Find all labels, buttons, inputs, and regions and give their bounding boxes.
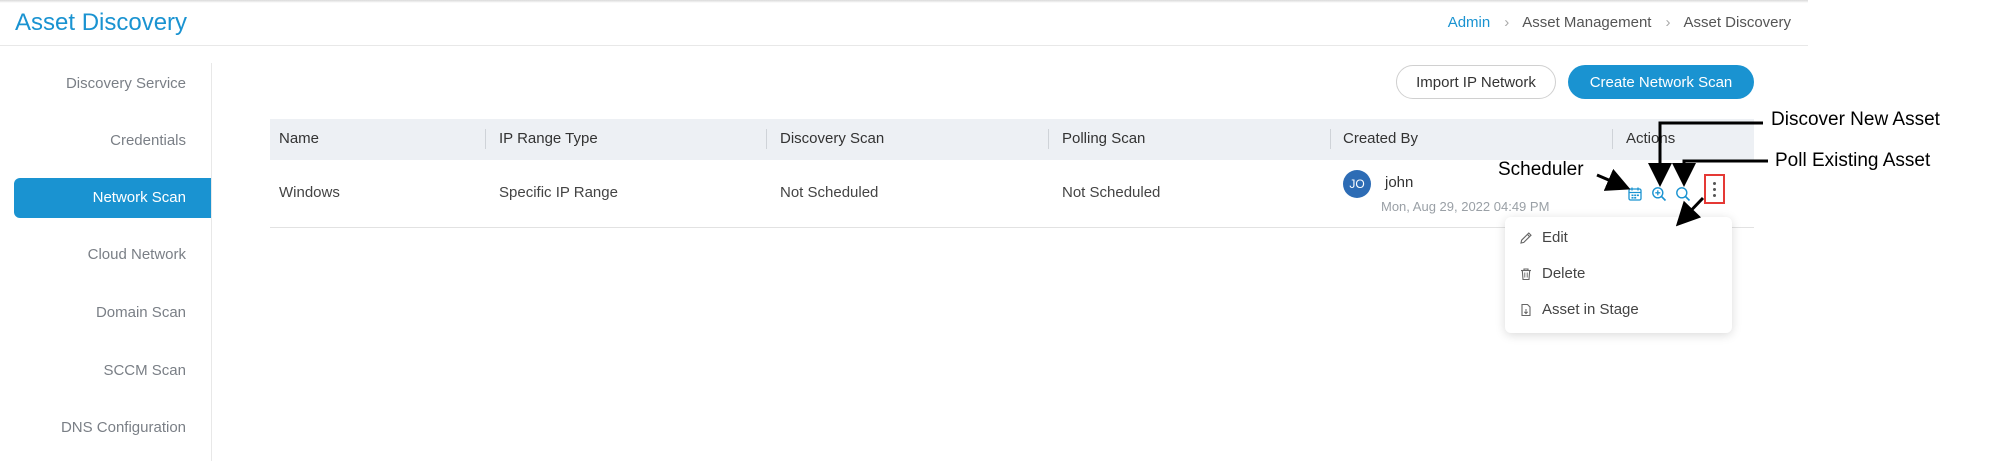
sidebar-item-dns-configuration[interactable]: DNS Configuration [61,419,186,436]
column-divider [766,129,767,149]
pencil-icon [1520,231,1532,244]
scheduler-icon[interactable] [1627,186,1643,202]
sidebar-item-domain-scan[interactable]: Domain Scan [96,304,186,321]
breadcrumb: Admin › Asset Management › Asset Discove… [1448,14,1791,31]
breadcrumb-asset-management[interactable]: Asset Management [1522,14,1651,31]
trash-icon [1521,267,1531,280]
page-title: Asset Discovery [15,9,188,36]
discover-new-asset-icon[interactable] [1651,186,1667,202]
created-at-timestamp: Mon, Aug 29, 2022 04:49 PM [1381,199,1550,214]
menu-item-delete-label: Delete [1542,265,1586,282]
sidebar-item-discovery-service[interactable]: Discovery Service [66,75,186,92]
import-ip-network-button[interactable]: Import IP Network [1396,65,1556,99]
avatar: JO [1343,170,1371,198]
column-header-created-by[interactable]: Created By [1343,130,1418,147]
menu-item-delete[interactable]: Delete [1519,265,1585,282]
column-divider [1048,129,1049,149]
annotation-poll-existing-asset: Poll Existing Asset [1775,150,1931,171]
created-by-name: john [1385,174,1414,191]
menu-item-asset-in-stage-label: Asset in Stage [1542,301,1639,318]
chevron-right-icon: › [1665,14,1671,31]
cell-discovery-scan: Not Scheduled [780,184,879,201]
sidebar-item-cloud-network[interactable]: Cloud Network [88,246,186,263]
more-actions-icon[interactable] [1704,174,1725,204]
poll-existing-asset-icon[interactable] [1675,186,1691,202]
column-header-name[interactable]: Name [279,130,319,147]
create-network-scan-button[interactable]: Create Network Scan [1568,65,1754,99]
page-header: Asset Discovery Admin › Asset Management… [0,0,1808,46]
column-header-actions: Actions [1626,130,1676,147]
menu-item-asset-in-stage[interactable]: Asset in Stage [1519,301,1639,318]
annotation-discover-new-asset: Discover New Asset [1771,109,1940,130]
document-icon [1521,303,1531,316]
column-header-ip-range-type[interactable]: IP Range Type [499,130,598,147]
row-actions-menu: Edit Delete Asset in Stage [1505,217,1732,333]
menu-item-edit[interactable]: Edit [1519,229,1568,246]
table-header: Name IP Range Type Discovery Scan Pollin… [270,119,1754,160]
cell-name: Windows [279,184,340,201]
chevron-right-icon: › [1504,14,1510,31]
breadcrumb-asset-discovery: Asset Discovery [1683,14,1791,31]
column-divider [485,129,486,149]
column-header-polling-scan[interactable]: Polling Scan [1062,130,1145,147]
sidebar: Discovery Service Credentials Network Sc… [0,63,212,461]
cell-polling-scan: Not Scheduled [1062,184,1161,201]
sidebar-item-sccm-scan[interactable]: SCCM Scan [103,362,186,379]
column-divider [1330,129,1331,149]
breadcrumb-admin-link[interactable]: Admin [1448,14,1491,31]
column-divider [1612,129,1613,149]
sidebar-item-credentials[interactable]: Credentials [110,132,186,149]
menu-item-edit-label: Edit [1542,229,1568,246]
annotation-scheduler: Scheduler [1498,159,1584,180]
cell-ip-range-type: Specific IP Range [499,184,618,201]
column-header-discovery-scan[interactable]: Discovery Scan [780,130,884,147]
app-window: Asset Discovery Admin › Asset Management… [0,0,1808,461]
sidebar-item-network-scan[interactable]: Network Scan [14,178,211,218]
